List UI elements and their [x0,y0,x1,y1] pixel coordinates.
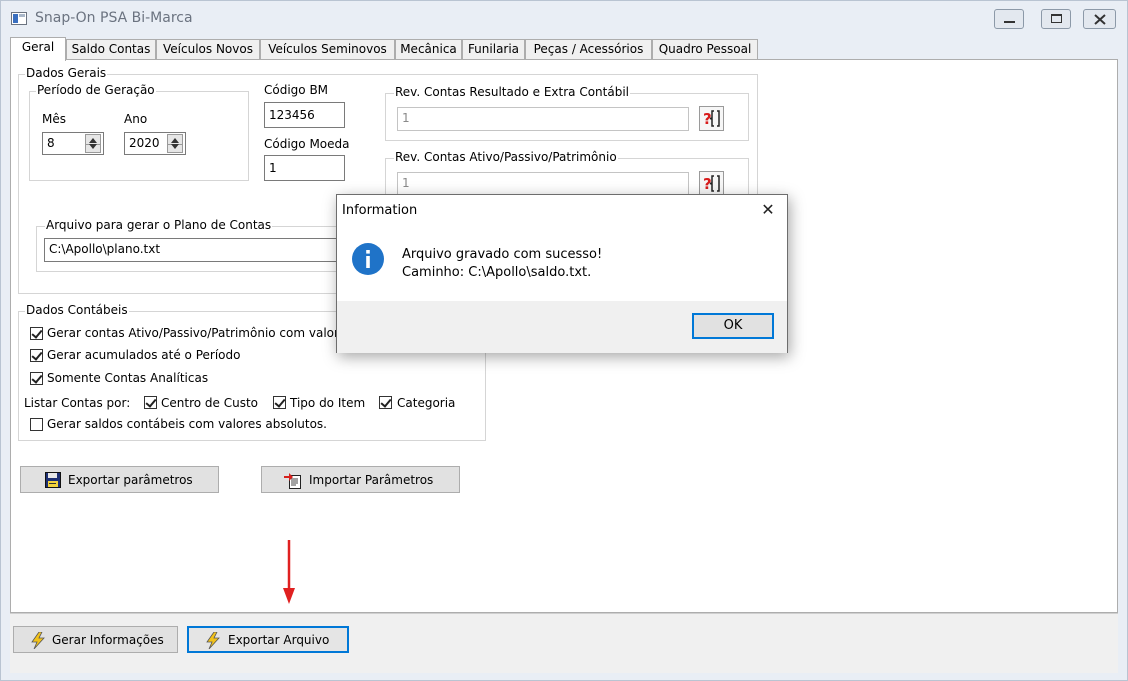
rev-resultado-legend: Rev. Contas Resultado e Extra Contábil [394,85,630,99]
opt-acumulados-label: Gerar acumulados até o Período [47,348,241,362]
lightning-icon [31,632,45,649]
tipo-item-label: Tipo do Item [290,396,366,410]
close-icon: ✕ [761,200,775,219]
rev-resultado-input[interactable]: 1 [397,107,689,131]
listar-contas-label: Listar Contas por: [24,396,131,410]
spin-up-icon [89,138,97,143]
dialog-message-line1: Arquivo gravado com sucesso! [402,247,603,262]
tipo-item-checkbox[interactable] [273,396,286,409]
importar-parametros-label: Importar Parâmetros [309,473,434,487]
ano-spinner[interactable] [167,134,183,153]
save-disk-icon [45,472,61,488]
minimize-button[interactable] [994,9,1024,29]
tab-veiculos-seminovos[interactable]: Veículos Seminovos [260,39,395,60]
app-icon [11,12,27,25]
periodo-geracao-group: Período de Geração Mês 8 Ano 2020 [29,83,249,181]
exportar-arquivo-button[interactable]: Exportar Arquivo [187,626,349,653]
opt-analiticas-label: Somente Contas Analíticas [47,371,209,385]
gerar-informacoes-button[interactable]: Gerar Informações [13,626,178,653]
dialog-footer: OK [337,301,787,353]
information-dialog: Information ✕ Arquivo gravado com sucess… [336,194,788,353]
close-icon [1094,14,1106,25]
bottom-action-panel: Gerar Informações Exportar Arquivo [10,613,1118,673]
exportar-parametros-button[interactable]: Exportar parâmetros [20,466,219,493]
ok-button[interactable]: OK [692,313,774,339]
opt-absolutos-label: Gerar saldos contábeis com valores absol… [47,417,327,431]
categoria-checkbox[interactable] [379,396,392,409]
centro-custo-label: Centro de Custo [161,396,258,410]
ano-label: Ano [124,112,148,126]
mes-label: Mês [42,112,66,126]
help-lookup-icon: ? [703,175,720,193]
opt-ativo-checkbox[interactable] [30,327,43,340]
import-document-icon [284,473,301,489]
codigo-moeda-input[interactable]: 1 [264,155,345,181]
dados-contabeis-legend: Dados Contábeis [25,303,129,317]
close-window-button[interactable] [1083,9,1116,29]
opt-absolutos-checkbox[interactable] [30,418,43,431]
arquivo-plano-legend: Arquivo para gerar o Plano de Contas [45,218,273,232]
periodo-geracao-legend: Período de Geração [36,83,156,97]
info-icon [352,243,384,275]
restore-button[interactable] [1041,9,1071,29]
rev-ativo-lookup-button[interactable]: ? [699,171,724,196]
mes-spinner[interactable] [85,134,101,153]
opt-analiticas-checkbox[interactable] [30,372,43,385]
lightning-icon [206,632,220,649]
tab-strip: Geral Saldo Contas Veículos Novos Veícul… [10,37,1118,61]
red-arrow-annotation [283,540,295,604]
tab-veiculos-novos[interactable]: Veículos Novos [156,39,260,60]
categoria-label: Categoria [397,396,456,410]
dialog-title: Information [342,203,418,218]
spin-down-icon [89,144,97,149]
opt-acumulados-checkbox[interactable] [30,349,43,362]
gerar-informacoes-label: Gerar Informações [52,633,164,647]
title-bar: Snap-On PSA Bi-Marca [1,1,1127,35]
rev-resultado-lookup-button[interactable]: ? [699,106,724,131]
dialog-close-button[interactable]: ✕ [749,195,787,225]
tab-quadro-pessoal[interactable]: Quadro Pessoal [652,39,758,60]
rev-ativo-legend: Rev. Contas Ativo/Passivo/Patrimônio [394,150,618,164]
centro-custo-checkbox[interactable] [144,396,157,409]
exportar-arquivo-label: Exportar Arquivo [228,633,330,647]
tab-saldo-contas[interactable]: Saldo Contas [66,39,156,60]
dados-gerais-legend: Dados Gerais [25,66,108,80]
spin-down-icon [171,144,179,149]
spin-up-icon [171,138,179,143]
codigo-bm-label: Código BM [264,83,329,97]
codigo-moeda-label: Código Moeda [264,137,350,151]
rev-ativo-input[interactable]: 1 [397,172,689,196]
help-lookup-icon: ? [703,110,720,128]
window-title: Snap-On PSA Bi-Marca [35,10,193,26]
dialog-message-line2: Caminho: C:\Apollo\saldo.txt. [402,265,592,280]
exportar-parametros-label: Exportar parâmetros [68,473,193,487]
tab-geral[interactable]: Geral [10,37,66,61]
tab-mecanica[interactable]: Mecânica [395,39,462,60]
tab-pecas-acessorios[interactable]: Peças / Acessórios [525,39,652,60]
tab-funilaria[interactable]: Funilaria [462,39,525,60]
codigo-bm-input[interactable]: 123456 [264,102,345,128]
importar-parametros-button[interactable]: Importar Parâmetros [261,466,460,493]
rev-resultado-group: Rev. Contas Resultado e Extra Contábil 1… [385,85,749,141]
opt-ativo-label: Gerar contas Ativo/Passivo/Patrimônio co… [47,326,347,340]
